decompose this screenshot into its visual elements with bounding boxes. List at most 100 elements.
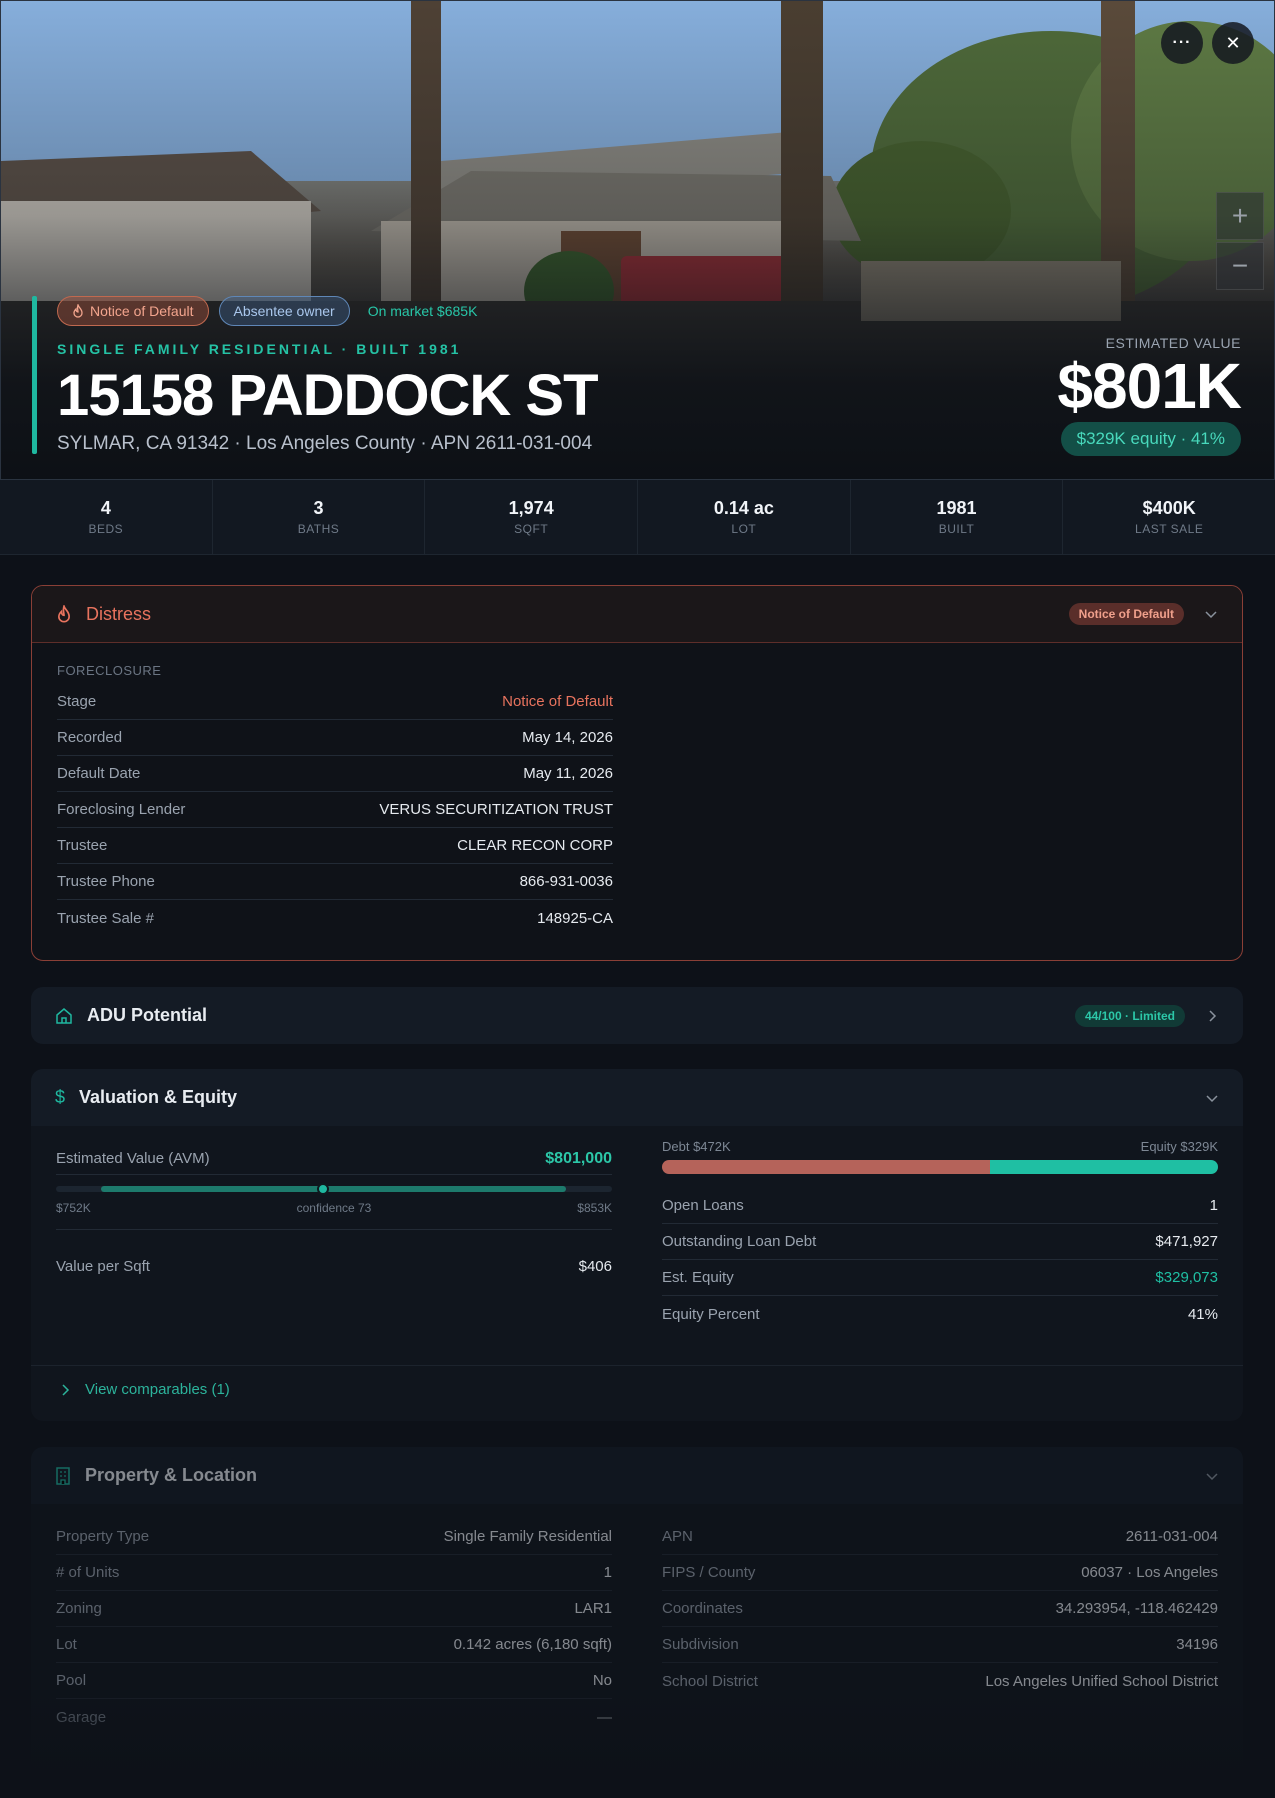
detail-label: # of Units [56,1564,120,1581]
value-per-sqft-row: Value per Sqft $406 [56,1248,612,1284]
debt-segment [662,1160,991,1174]
equity-column: Debt $472K Equity $329K Open Loans 1 Outst… [662,1139,1218,1332]
detail-row: Outstanding Loan Debt $471,927 [662,1224,1218,1260]
estimated-value: $801K [1057,350,1242,422]
property-stats-bar: 4 BEDS 3 BATHS 1,974 SQFT 0.14 ac LOT 1981 BUILT $… [0,480,1275,555]
chevron-right-icon[interactable] [1205,1009,1219,1023]
range-high: $853K [577,1201,612,1215]
avm-value: $801,000 [545,1149,612,1167]
home-icon [56,1007,72,1024]
value-per-sqft-label: Value per Sqft [56,1257,150,1275]
detail-label: Property Type [56,1528,150,1545]
detail-value: Notice of Default [502,693,613,710]
close-button[interactable]: ✕ [1212,22,1254,64]
detail-value: $471,927 [1155,1233,1218,1250]
detail-label: Outstanding Loan Debt [662,1233,817,1250]
property-address-line: SYLMAR, CA 91342 · Los Angeles County · … [57,433,593,454]
notice-of-default-chip[interactable]: Notice of Default [57,296,209,326]
valuation-title: Valuation & Equity [79,1087,238,1107]
chevron-down-icon[interactable] [1205,1091,1219,1105]
detail-value: 1 [1209,1197,1218,1214]
absentee-owner-chip[interactable]: Absentee owner [218,296,350,326]
distress-card-header[interactable]: Distress Notice of Default [32,586,1242,643]
close-icon: ✕ [1225,32,1241,53]
detail-label: Subdivision [662,1636,739,1653]
detail-label: Lot [56,1636,77,1653]
building-icon [56,1466,70,1485]
ellipsis-icon: ··· [1172,34,1192,51]
detail-label: Default Date [57,765,141,782]
stat-sqft: 1,974 SQFT [425,480,639,554]
equity-pill: $329K equity · 41% [1060,422,1241,456]
detail-label: Open Loans [662,1197,744,1214]
zoom-out-button[interactable]: − [1216,242,1264,290]
detail-value: No [592,1672,612,1689]
stat-value: 0.14 ac [713,498,774,518]
equity-label: Equity $329K [1140,1139,1218,1154]
plus-icon: + [1231,200,1249,231]
detail-row: FIPS / County 06037 · Los Angeles [662,1555,1218,1591]
avm-column: Estimated Value (AVM) $801,000 $752K con… [56,1143,612,1284]
detail-label: Est. Equity [662,1269,734,1286]
foreclosure-caption: FORECLOSURE [57,663,162,678]
confidence-label: confidence 73 [296,1201,372,1215]
detail-label: Trustee [57,837,108,854]
detail-row: Open Loans 1 [662,1188,1218,1224]
stat-label: SQFT [514,522,549,536]
detail-label: Trustee Sale # [57,909,154,927]
stat-value: 1,974 [508,498,554,518]
detail-label: Trustee Phone [57,873,155,890]
valuation-card-header[interactable]: $ Valuation & Equity [31,1069,1243,1126]
detail-row: Default Date May 11, 2026 [57,756,613,792]
detail-label: Stage [57,693,97,710]
stat-label: BUILT [938,522,975,536]
debt-equity-labels: Debt $472K Equity $329K [662,1139,1218,1154]
view-comparables-link[interactable]: View comparables (1) [61,1381,230,1398]
distress-card: Distress Notice of Default FORECLOSURE S… [31,585,1243,961]
hero-accent-bar [32,296,37,454]
adu-potential-card[interactable]: ADU Potential 44/100 · Limited [31,987,1243,1044]
detail-label: Recorded [57,729,123,746]
chip-label: Absentee owner [233,303,335,319]
chevron-right-icon [62,1383,70,1396]
avm-label: Estimated Value (AVM) [56,1150,210,1167]
property-details-right: APN 2611-031-004 FIPS / County 06037 · Los … [662,1519,1218,1699]
adu-card-header[interactable]: ADU Potential 44/100 · Limited [31,987,1243,1044]
detail-row: Trustee CLEAR RECON CORP [57,828,613,864]
detail-label: APN [662,1528,693,1545]
avm-row: Estimated Value (AVM) $801,000 [56,1143,612,1175]
hero-section: ··· ✕ + − Notice of Default Absentee own… [0,0,1275,480]
chevron-down-icon[interactable] [1205,1469,1219,1483]
stat-baths: 3 BATHS [213,480,426,554]
detail-row: Foreclosing Lender VERUS SECURITIZATION T… [57,792,613,828]
detail-value: May 14, 2026 [522,729,613,746]
property-card-header[interactable]: Property & Location [31,1447,1243,1504]
detail-row: APN 2611-031-004 [662,1519,1218,1555]
stat-last-sale: $400K LAST SALE [1063,480,1275,554]
detail-value: 41% [1187,1305,1218,1323]
property-detail-panel: ··· ✕ + − Notice of Default Absentee own… [0,0,1275,1798]
stat-lot: 0.14 ac LOT [638,480,851,554]
zoom-in-button[interactable]: + [1216,192,1264,240]
detail-row: Equity Percent 41% [662,1296,1218,1332]
property-title: Property & Location [85,1465,258,1485]
detail-value: $329,073 [1155,1269,1218,1286]
stat-label: LOT [731,522,757,536]
debt-equity-bar [662,1160,1218,1174]
stat-beds: 4 BEDS [0,480,213,554]
bottom-fade [0,1688,1275,1798]
on-market-chip[interactable]: On market $685K [360,296,492,326]
equity-segment [990,1160,1218,1174]
distress-title: Distress [86,603,152,624]
range-band [101,1186,566,1192]
dollar-icon: $ [55,1087,66,1107]
more-options-button[interactable]: ··· [1161,22,1203,64]
detail-value: LAR1 [574,1600,612,1617]
chevron-down-icon[interactable] [1204,607,1218,621]
detail-value: 2611-031-004 [1125,1528,1218,1545]
range-marker [316,1183,329,1195]
chip-label: On market $685K [367,303,478,319]
detail-value: 34196 [1176,1636,1218,1653]
detail-row: Zoning LAR1 [56,1591,612,1627]
property-subtitle: SINGLE FAMILY RESIDENTIAL · BUILT 1981 [57,341,462,357]
